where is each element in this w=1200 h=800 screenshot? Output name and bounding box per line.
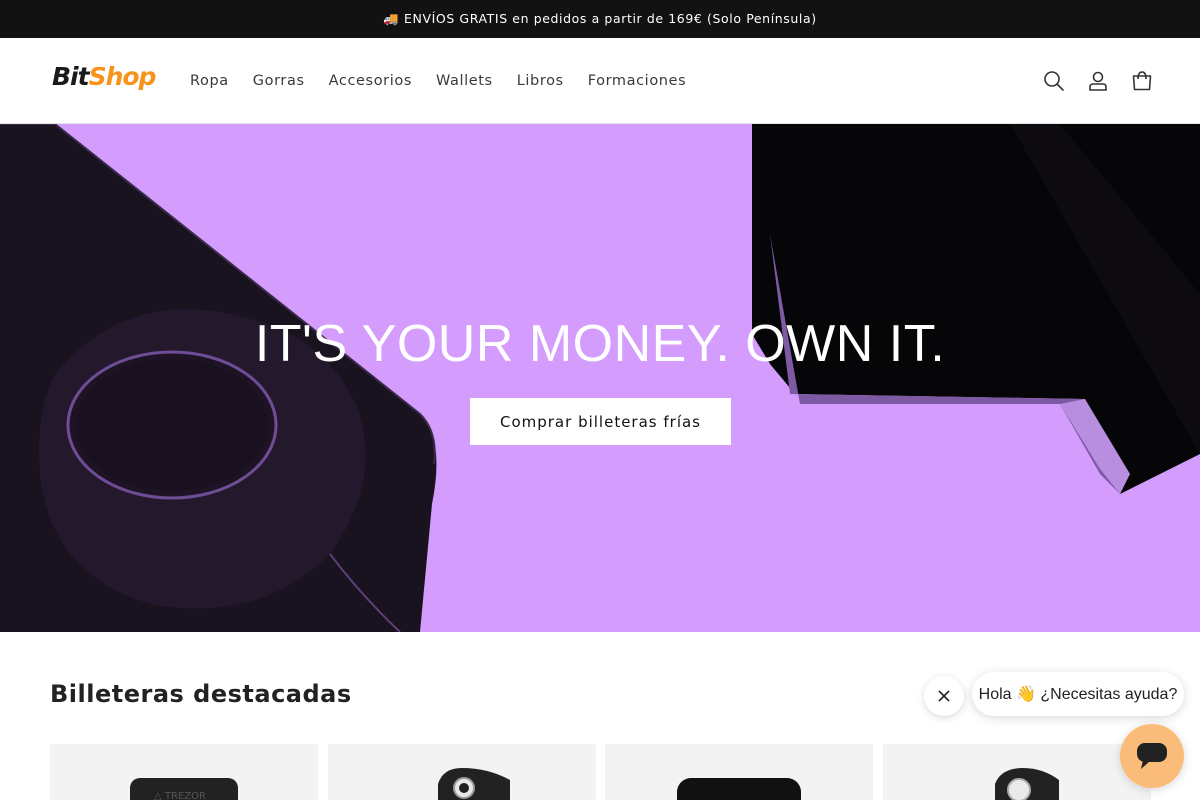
chat-greeting-text: Hola 👋 ¿Necesitas ayuda?: [978, 686, 1178, 703]
nav-item-wallets[interactable]: Wallets: [424, 73, 505, 89]
product-card-2[interactable]: [328, 744, 596, 800]
search-icon[interactable]: [1032, 59, 1076, 103]
header-icons: [1032, 38, 1164, 124]
product-card-1[interactable]: △ TREZOR: [50, 744, 318, 800]
nav-item-gorras[interactable]: Gorras: [241, 73, 317, 89]
black-wallet-image: [677, 778, 801, 800]
chat-greeting-bubble[interactable]: Hola 👋 ¿Necesitas ayuda?: [972, 672, 1184, 716]
white-black-wallet-image-2: [995, 768, 1059, 800]
featured-section-title: Billeteras destacadas: [50, 680, 352, 708]
announcement-text: 🚚 ENVÍOS GRATIS en pedidos a partir de 1…: [383, 11, 817, 26]
hero-banner: IT'S YOUR MONEY. OWN IT. Comprar billete…: [0, 124, 1200, 632]
chat-icon: [1137, 743, 1167, 769]
nav-item-ropa[interactable]: Ropa: [178, 73, 241, 89]
hero-title: IT'S YOUR MONEY. OWN IT.: [254, 315, 946, 373]
nav-item-accesorios[interactable]: Accesorios: [317, 73, 424, 89]
product-card-4[interactable]: [883, 744, 1151, 800]
logo-text-bit: Bit: [52, 62, 90, 91]
nav-item-libros[interactable]: Libros: [505, 73, 576, 89]
product-grid: △ TREZOR: [50, 744, 1151, 800]
cart-icon[interactable]: [1120, 59, 1164, 103]
announcement-bar: 🚚 ENVÍOS GRATIS en pedidos a partir de 1…: [0, 0, 1200, 38]
svg-text:△ TREZOR: △ TREZOR: [154, 791, 206, 800]
trezor-wallet-image: △ TREZOR: [130, 778, 238, 800]
site-header: BitShop Ropa Gorras Accesorios Wallets L…: [0, 38, 1200, 124]
nav-item-formaciones[interactable]: Formaciones: [576, 73, 699, 89]
chat-close-icon[interactable]: [924, 676, 964, 716]
shop-cold-wallets-button[interactable]: Comprar billeteras frías: [470, 398, 731, 445]
bitshop-logo[interactable]: BitShop: [52, 62, 157, 91]
main-nav: Ropa Gorras Accesorios Wallets Libros Fo…: [178, 38, 698, 124]
hero-wallet-devices-image: [0, 124, 1200, 632]
account-icon[interactable]: [1076, 59, 1120, 103]
logo-text-shop: Shop: [88, 62, 157, 91]
white-black-wallet-image: [438, 768, 510, 800]
product-card-3[interactable]: [605, 744, 873, 800]
chat-launcher-button[interactable]: [1120, 724, 1184, 788]
